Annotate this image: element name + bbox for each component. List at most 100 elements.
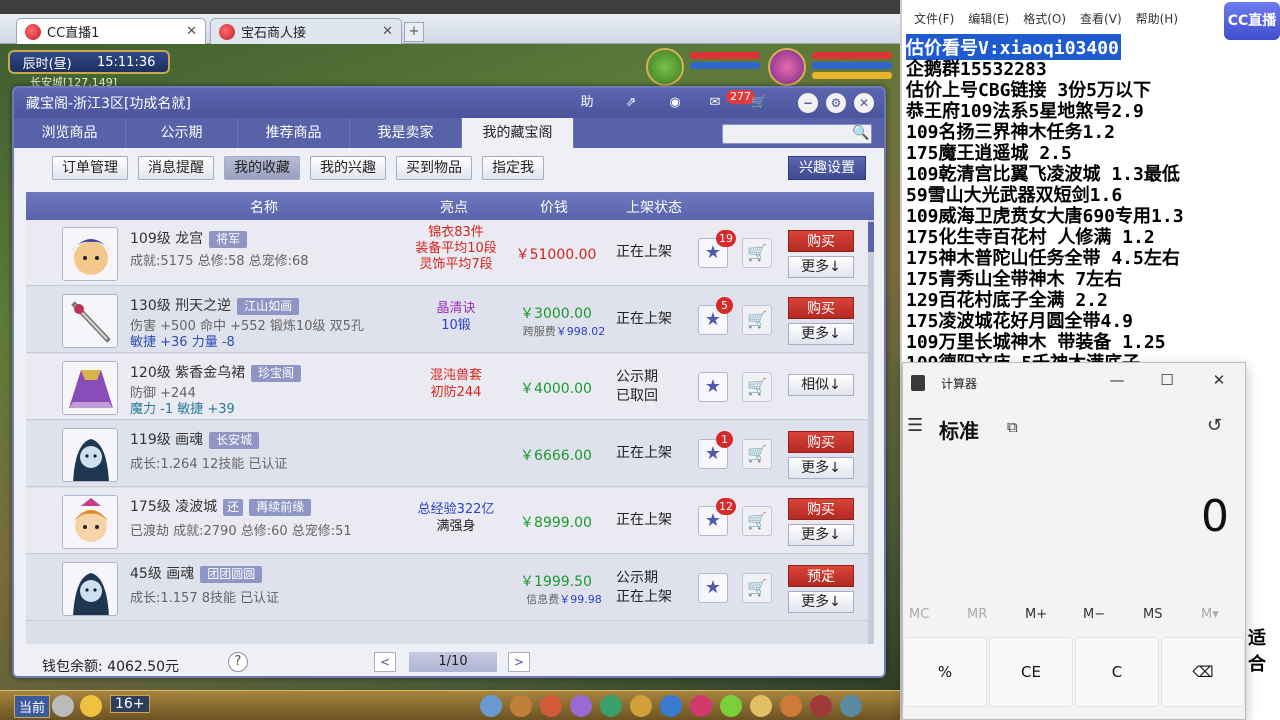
subtab-orders[interactable]: 订单管理 <box>52 156 128 180</box>
close-icon[interactable]: ✕ <box>1207 371 1231 389</box>
new-tab-button[interactable]: + <box>404 22 424 42</box>
table-row[interactable]: 175级 凌波城还再续前缘 已渡劫 成就:2790 总修:60 总宠修:51 总… <box>26 488 874 554</box>
emoji-icon[interactable] <box>80 695 102 717</box>
subtab-interests[interactable]: 我的兴趣 <box>310 156 386 180</box>
attack-icon[interactable] <box>480 695 502 717</box>
close-icon[interactable]: ✕ <box>854 93 874 113</box>
clear-button[interactable]: C <box>1075 637 1159 707</box>
memory-clear-button[interactable]: MC <box>909 607 929 622</box>
share-icon[interactable]: ⇗ <box>620 92 642 114</box>
menu-file[interactable]: 文件(F) <box>914 10 954 34</box>
scroll-thumb[interactable] <box>868 222 874 252</box>
character-thumbnail[interactable] <box>62 495 118 549</box>
shop-search-input[interactable] <box>722 124 872 144</box>
table-scrollbar[interactable] <box>868 220 874 644</box>
percent-button[interactable]: % <box>903 637 987 707</box>
memory-store-button[interactable]: MS <box>1143 607 1162 622</box>
weapon-thumbnail[interactable] <box>62 294 118 348</box>
tab-seller[interactable]: 我是卖家 <box>350 118 462 148</box>
menu-edit[interactable]: 编辑(E) <box>968 10 1009 34</box>
subtab-favorites[interactable]: 我的收藏 <box>224 156 300 180</box>
minimize-icon[interactable]: − <box>798 93 818 113</box>
table-row[interactable]: 109级 龙宫 将军 成就:5175 总修:58 总宠修:68 锦衣83件 装备平… <box>26 220 874 286</box>
browser-tab-cc[interactable]: CC直播1 ✕ <box>16 18 206 44</box>
settings-gear-icon[interactable]: ⚙ <box>826 93 846 113</box>
next-page-icon[interactable]: > <box>508 652 530 672</box>
similar-button[interactable]: 相似↓ <box>788 374 854 396</box>
pet-icon[interactable] <box>630 695 652 717</box>
table-row[interactable]: 130级 刑天之逆 江山如画 伤害 +500 命中 +552 锻炼10级 双5孔 … <box>26 287 874 353</box>
menu-view[interactable]: 查看(V) <box>1080 10 1122 34</box>
microphone-icon[interactable] <box>52 695 74 717</box>
player-avatar[interactable] <box>768 48 806 86</box>
add-to-cart-icon[interactable]: 🛒 <box>742 305 772 335</box>
add-to-cart-icon[interactable]: 🛒 <box>742 238 772 268</box>
menu-format[interactable]: 格式(O) <box>1023 10 1066 34</box>
tab-public[interactable]: 公示期 <box>126 118 238 148</box>
table-row[interactable]: 120级 紫香金乌裙 珍宝阁 防御 +244 魔力 -1 敏捷 +39 混沌兽套 … <box>26 354 874 420</box>
menu-help[interactable]: 帮助(H) <box>1136 10 1178 34</box>
tab-my-shop[interactable]: 我的藏宝阁 <box>462 118 574 148</box>
skill-icon[interactable] <box>720 695 742 717</box>
gang-icon[interactable] <box>690 695 712 717</box>
favorite-star-icon[interactable]: ★ <box>698 573 728 603</box>
history-icon[interactable]: ↺ <box>1207 415 1222 436</box>
system-icon[interactable] <box>840 695 862 717</box>
search-icon[interactable]: 🔍 <box>852 125 869 141</box>
minimize-icon[interactable]: — <box>1105 371 1129 389</box>
pet-avatar[interactable] <box>646 48 684 86</box>
more-button[interactable]: 更多↓ <box>788 457 854 479</box>
buy-button[interactable]: 购买 <box>788 431 854 453</box>
armor-thumbnail[interactable] <box>62 361 118 415</box>
interest-settings-button[interactable]: 兴趣设置 <box>788 156 866 180</box>
subtab-purchased[interactable]: 买到物品 <box>396 156 472 180</box>
more-button[interactable]: 更多↓ <box>788 591 854 613</box>
cart-icon[interactable]: 🛒 <box>748 92 770 114</box>
reserve-button[interactable]: 预定 <box>788 565 854 587</box>
memory-list-button[interactable]: M▾ <box>1201 607 1219 622</box>
more-button[interactable]: 更多↓ <box>788 256 854 278</box>
browser-tab-gem[interactable]: 宝石商人接 ✕ <box>210 18 402 44</box>
close-icon[interactable]: ✕ <box>382 24 393 39</box>
calendar-icon[interactable] <box>810 695 832 717</box>
memory-subtract-button[interactable]: M− <box>1083 607 1105 622</box>
record-icon[interactable]: ◉ <box>664 92 686 114</box>
tab-browse[interactable]: 浏览商品 <box>14 118 126 148</box>
subtab-messages[interactable]: 消息提醒 <box>138 156 214 180</box>
memory-recall-button[interactable]: MR <box>967 607 987 622</box>
chat-icon[interactable]: ✉ <box>704 92 726 114</box>
table-row[interactable]: 45级 画魂 团团圆圆 成长:1.157 8技能 已认证 ￥1999.50 信息费… <box>26 555 874 621</box>
channel-current[interactable]: 当前 <box>14 695 51 718</box>
close-icon[interactable]: ✕ <box>186 24 197 39</box>
shop-icon[interactable] <box>780 695 802 717</box>
hamburger-menu-icon[interactable]: ☰ <box>907 415 923 436</box>
more-button[interactable]: 更多↓ <box>788 524 854 546</box>
pet-thumbnail[interactable] <box>62 562 118 616</box>
friend-icon[interactable] <box>750 695 772 717</box>
add-to-cart-icon[interactable]: 🛒 <box>742 506 772 536</box>
subtab-assigned[interactable]: 指定我 <box>482 156 544 180</box>
buy-button[interactable]: 购买 <box>788 498 854 520</box>
maximize-icon[interactable]: ☐ <box>1155 371 1179 389</box>
keep-on-top-icon[interactable]: ⧉ <box>1007 418 1018 436</box>
table-row[interactable]: 119级 画魂 长安城 成长:1.264 12技能 已认证 ￥6666.00 正在… <box>26 421 874 487</box>
give-icon[interactable] <box>540 695 562 717</box>
tab-recommend[interactable]: 推荐商品 <box>238 118 350 148</box>
backspace-button[interactable]: ⌫ <box>1161 637 1245 707</box>
clear-entry-button[interactable]: CE <box>989 637 1073 707</box>
help-icon[interactable]: ? <box>228 652 248 672</box>
quest-icon[interactable] <box>660 695 682 717</box>
trade-icon[interactable] <box>570 695 592 717</box>
assistant-button[interactable]: 助 <box>576 92 598 114</box>
buy-button[interactable]: 购买 <box>788 230 854 252</box>
favorite-star-icon[interactable]: ★ <box>698 372 728 402</box>
add-to-cart-icon[interactable]: 🛒 <box>742 573 772 603</box>
add-to-cart-icon[interactable]: 🛒 <box>742 439 772 469</box>
prev-page-icon[interactable]: < <box>374 652 396 672</box>
more-button[interactable]: 更多↓ <box>788 323 854 345</box>
add-to-cart-icon[interactable]: 🛒 <box>742 372 772 402</box>
pet-thumbnail[interactable] <box>62 428 118 482</box>
item-icon[interactable] <box>510 695 532 717</box>
buy-button[interactable]: 购买 <box>788 297 854 319</box>
team-icon[interactable] <box>600 695 622 717</box>
